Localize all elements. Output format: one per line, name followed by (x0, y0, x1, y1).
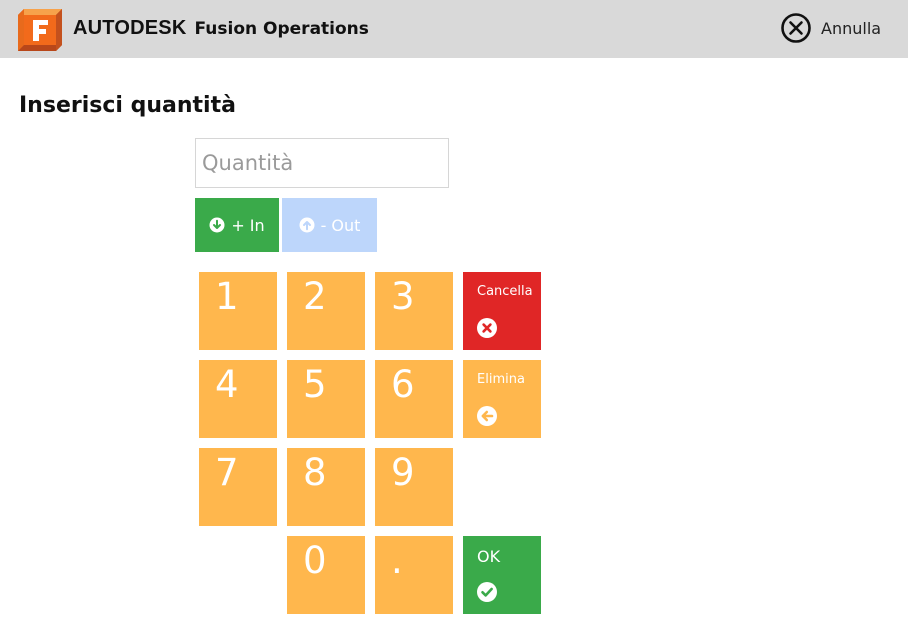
key-label: 5 (303, 363, 327, 406)
in-button[interactable]: + In (195, 198, 279, 252)
ok-button[interactable]: OK (463, 536, 541, 614)
key-0[interactable]: 0 (287, 536, 365, 614)
key-8[interactable]: 8 (287, 448, 365, 526)
out-button[interactable]: - Out (282, 198, 377, 252)
autodesk-fusion-logo-icon (18, 9, 62, 51)
elimina-label: Elimina (477, 372, 525, 387)
key-label: . (391, 539, 403, 582)
key-label: 3 (391, 275, 415, 318)
key-2[interactable]: 2 (287, 272, 365, 350)
key-label: 0 (303, 539, 327, 582)
check-circle-icon (477, 582, 497, 602)
quantity-input[interactable] (195, 138, 449, 188)
out-label: - Out (320, 215, 361, 235)
cancella-button[interactable]: Cancella (463, 272, 541, 350)
in-label: + In (231, 215, 265, 235)
elimina-button[interactable]: Elimina (463, 360, 541, 438)
ok-label: OK (477, 547, 501, 566)
key-label: 4 (215, 363, 239, 406)
key-label: 9 (391, 451, 415, 494)
key-4[interactable]: 4 (199, 360, 277, 438)
cancella-label: Cancella (477, 284, 533, 299)
key-6[interactable]: 6 (375, 360, 453, 438)
key-label: 2 (303, 275, 327, 318)
arrow-down-circle-icon (209, 217, 225, 233)
app-header: AUTODESK Fusion Operations Annulla (0, 0, 908, 58)
key-3[interactable]: 3 (375, 272, 453, 350)
key-7[interactable]: 7 (199, 448, 277, 526)
key-1[interactable]: 1 (199, 272, 277, 350)
annulla-label: Annulla (821, 18, 882, 38)
key-label: 8 (303, 451, 327, 494)
close-circle-icon (781, 13, 811, 43)
brand-company: AUTODESK (73, 17, 187, 39)
x-circle-icon (477, 318, 497, 338)
key-5[interactable]: 5 (287, 360, 365, 438)
key-label: 6 (391, 363, 415, 406)
arrow-left-circle-icon (477, 406, 497, 426)
arrow-up-circle-icon (299, 217, 315, 233)
key-label: 7 (215, 451, 239, 494)
key-label: 1 (215, 275, 239, 318)
annulla-button[interactable]: Annulla (780, 12, 881, 44)
key-decimal[interactable]: . (375, 536, 453, 614)
brand-product: Fusion Operations (194, 19, 369, 39)
brand-title: AUTODESK Fusion Operations (73, 15, 369, 41)
key-9[interactable]: 9 (375, 448, 453, 526)
page-title: Inserisci quantità (19, 93, 236, 118)
